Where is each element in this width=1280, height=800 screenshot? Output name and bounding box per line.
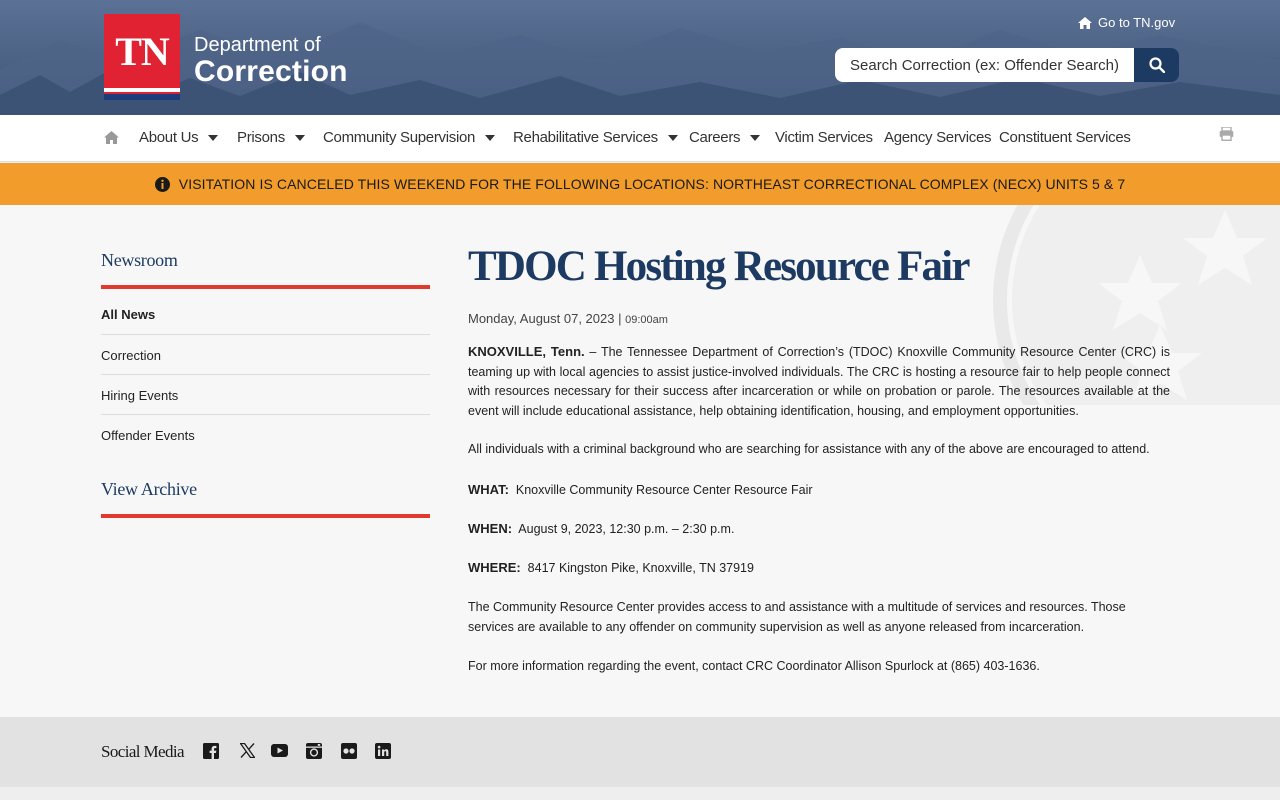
tn-logo-text: TN [115, 29, 170, 74]
caret-down-icon [208, 134, 219, 141]
nav-item-prisons[interactable]: Prisons [237, 129, 305, 146]
where-value: 8417 Kingston Pike, Knoxville, TN 37919 [520, 561, 754, 575]
nav-item-label: Rehabilitative Services [513, 129, 658, 146]
logo-stripe [104, 88, 180, 92]
instagram-icon[interactable] [306, 743, 322, 759]
nav-item-victim-services[interactable]: Victim Services [775, 129, 873, 146]
sidebar-item-offender-events[interactable]: Offender Events [101, 415, 430, 455]
search-input[interactable] [835, 48, 1134, 82]
site-header: TN Department of Correction Go to TN.gov [0, 0, 1280, 115]
search-button[interactable] [1134, 48, 1179, 82]
caret-down-icon [750, 134, 761, 141]
article-date: Monday, August 07, 2023 | 09:00am [468, 311, 668, 326]
nav-item-label: Careers [689, 129, 741, 146]
article-title: TDOC Hosting Resource Fair [468, 243, 970, 290]
facebook-icon[interactable] [203, 743, 219, 759]
logo-wordmark: Department of Correction [194, 27, 348, 87]
what-label: WHAT: [468, 482, 509, 497]
when-line: WHEN: August 9, 2023, 12:30 p.m. – 2:30 … [468, 519, 1170, 540]
tdoc-logo[interactable]: TN Department of Correction [104, 14, 348, 100]
nav-item-label: Constituent Services [999, 129, 1131, 146]
print-icon[interactable] [1219, 127, 1234, 141]
sidebar-item-label: Offender Events [101, 428, 195, 443]
nav-item-label: Prisons [237, 129, 285, 146]
nav-item-label: Community Supervision [323, 129, 476, 146]
footer-bottom [0, 787, 1280, 800]
article-date-text: Monday, August 07, 2023 | [468, 311, 626, 326]
sidebar-rule [101, 514, 430, 518]
youtube-icon[interactable] [271, 744, 288, 757]
when-value: August 9, 2023, 12:30 p.m. – 2:30 p.m. [512, 522, 735, 536]
sidebar-item-correction[interactable]: Correction [101, 335, 430, 375]
sidebar-item-label: All News [101, 307, 156, 322]
logo-department-text: Department of [194, 34, 321, 56]
flickr-icon[interactable] [341, 743, 357, 759]
linkedin-icon[interactable] [375, 743, 391, 759]
nav-item-rehabilitative-services[interactable]: Rehabilitative Services [513, 129, 678, 146]
nav-item-careers[interactable]: Careers [689, 129, 761, 146]
sidebar-rule [101, 285, 430, 289]
what-value: Knoxville Community Resource Center Reso… [508, 483, 813, 497]
alert-text: VISITATION IS CANCELED THIS WEEKEND FOR … [178, 176, 1126, 192]
goto-tn-label: Go to TN.gov [1098, 15, 1176, 30]
dateline: KNOXVILLE, Tenn. [468, 344, 585, 359]
article-paragraph: KNOXVILLE, Tenn. – The Tennessee Departm… [468, 342, 1170, 421]
sidebar-item-hiring-events[interactable]: Hiring Events [101, 375, 430, 415]
main-navigation: About Us Prisons Community Supervision R… [0, 115, 1280, 162]
nav-item-label: Agency Services [884, 129, 992, 146]
social-media-label: Social Media [101, 742, 185, 761]
caret-down-icon [667, 134, 678, 141]
info-icon [154, 176, 170, 192]
logo-correction-text: Correction [194, 55, 348, 88]
caret-down-icon [485, 134, 496, 141]
nav-item-constituent-services[interactable]: Constituent Services [999, 129, 1131, 146]
nav-item-label: Victim Services [775, 129, 873, 146]
home-icon[interactable] [104, 131, 119, 144]
sidebar-item-label: Hiring Events [101, 388, 179, 403]
article-paragraph: The Community Resource Center provides a… [468, 600, 1126, 634]
nav-item-community-supervision[interactable]: Community Supervision [323, 129, 496, 146]
home-icon [1078, 16, 1092, 29]
article-paragraph: All individuals with a criminal backgrou… [468, 442, 1150, 456]
nav-item-agency-services[interactable]: Agency Services [884, 129, 992, 146]
where-label: WHERE: [468, 560, 521, 575]
article-time: 09:00am [625, 314, 668, 326]
sidebar-item-all-news[interactable]: All News [101, 295, 430, 335]
where-line: WHERE: 8417 Kingston Pike, Knoxville, TN… [468, 558, 1170, 579]
what-line: WHAT: Knoxville Community Resource Cente… [468, 480, 1170, 501]
nav-item-label: About Us [139, 129, 199, 146]
logo-stripe [104, 94, 180, 100]
x-twitter-icon[interactable] [240, 743, 255, 758]
search-bar [835, 48, 1179, 82]
sidebar-newsroom-title[interactable]: Newsroom [101, 250, 178, 271]
tn-logo-badge: TN [104, 14, 180, 100]
goto-tn-link[interactable]: Go to TN.gov [1078, 15, 1175, 30]
sidebar-view-archive-link[interactable]: View Archive [101, 479, 197, 500]
article-paragraph: For more information regarding the event… [468, 659, 1040, 673]
footer [0, 717, 1280, 787]
nav-item-about-us[interactable]: About Us [139, 129, 219, 146]
caret-down-icon [294, 134, 305, 141]
alert-banner[interactable]: VISITATION IS CANCELED THIS WEEKEND FOR … [0, 163, 1280, 205]
search-icon [1148, 57, 1165, 73]
when-label: WHEN: [468, 521, 513, 536]
sidebar-item-label: Correction [101, 348, 161, 363]
